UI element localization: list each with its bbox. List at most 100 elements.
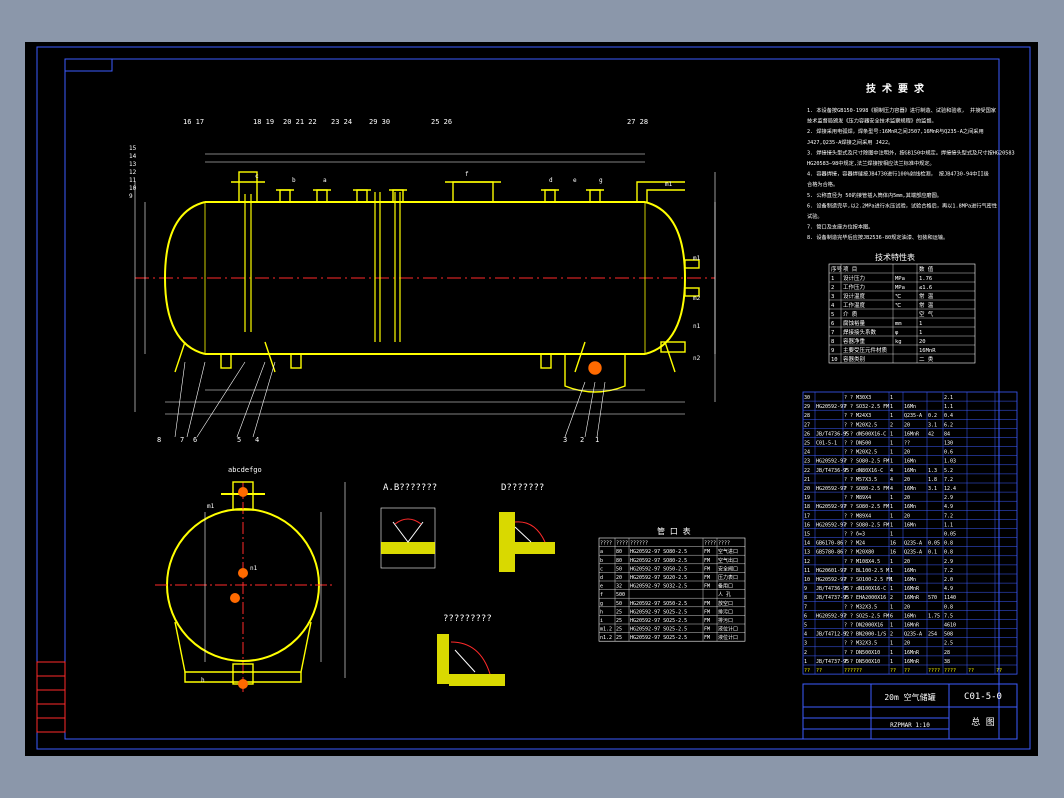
bom-cell: 21: [804, 477, 810, 483]
svg-text:12: 12: [129, 169, 137, 176]
nozzle-cell: 25: [616, 609, 622, 615]
char-cell: 1: [919, 321, 922, 327]
char-cell: MPa: [895, 276, 905, 282]
bom-cell: ? ? SO25-2.5 FM: [844, 613, 889, 619]
tech-requirements: 技 术 要 求 1. 本设备按GB150-1998《钢制压力容器》进行制造、试验…: [807, 82, 1015, 241]
bom-cell: 4.9: [944, 586, 953, 592]
nozzle-letter: b: [292, 177, 296, 184]
char-cell: 1: [831, 276, 834, 282]
bom-cell: ? ? SO32-2.5 FM: [844, 404, 889, 410]
svg-text:11: 11: [129, 177, 137, 184]
nozzle-cell: 25: [616, 635, 622, 641]
nozzle-cell: HG20592-97 SO25-2.5: [630, 618, 687, 624]
nozzle-cell: 空气进口: [718, 548, 738, 555]
bom-cell: 12.4: [944, 486, 956, 492]
nozzle-cell: 50: [616, 601, 622, 607]
nozzle-cell: a: [600, 549, 603, 555]
nozzle-cell: b: [600, 558, 603, 564]
bom-cell: 1: [890, 568, 893, 574]
callout-bottom: 5: [237, 436, 241, 444]
bom-cell: ? ? M24: [844, 541, 865, 547]
nozzle-cell: FM: [704, 566, 710, 572]
nozzle-cell: FM: [704, 627, 710, 633]
bom-cell: 1: [890, 431, 893, 437]
bom-cell: ? ? SO80-2.5 FM: [844, 504, 889, 510]
bom-cell: 13: [804, 550, 810, 556]
nozzle-letter: c: [255, 173, 259, 180]
svg-text:m1: m1: [207, 503, 215, 510]
char-cell: 3: [831, 294, 834, 300]
detail-e-title: ?????????: [443, 614, 492, 624]
bom-cell: HG20592-97: [816, 504, 846, 510]
bom-cell: ? ? DN500X10: [844, 650, 880, 656]
bom-cell: 254: [928, 632, 937, 638]
bom-cell: 1: [890, 441, 893, 447]
bom-cell: 16Mn: [904, 404, 916, 410]
nozzle-cell: 液位计口: [718, 626, 738, 633]
scale-note: RZPMAR 1:10: [890, 722, 930, 729]
end-view: abcdefgo m1 n1 h: [155, 466, 346, 692]
nozzle-cell: 20: [616, 575, 622, 581]
nozzle-header: ????: [718, 541, 730, 547]
bom-cell: 7.2: [944, 477, 953, 483]
char-table-title: 技术特性表: [875, 252, 915, 262]
bom-cell: Q235-A: [904, 413, 922, 419]
bom-cell: 17: [804, 513, 810, 519]
bom-cell: 1: [890, 495, 893, 501]
nozzle-header: ??????: [630, 541, 648, 547]
bom-cell: 7.5: [944, 613, 953, 619]
bom-cell: 7: [804, 604, 807, 610]
bom-cell: 0.6: [944, 450, 953, 456]
bom-cell: 1: [890, 577, 893, 583]
nozzle-table-title: 管 口 表: [657, 526, 691, 536]
bom-cell: ? ? M108X4.5: [844, 559, 880, 565]
nozzle-letter: d: [549, 177, 553, 184]
char-cell: 常 温: [919, 292, 934, 300]
char-cell: MPa: [895, 285, 905, 291]
nozzle-letter: e: [573, 177, 577, 184]
bom-cell: 24: [804, 450, 810, 456]
bom-header: ??: [996, 668, 1002, 674]
bom-cell: ? ? M24X3: [844, 413, 871, 419]
nozzle-cell: HG20592-97 SO50-2.5: [630, 601, 687, 607]
bom-cell: Q235-A: [904, 632, 922, 638]
bom-cell: 16MnR: [904, 431, 920, 437]
char-cell: 20: [919, 339, 926, 345]
bom-cell: 16MnR: [904, 595, 920, 601]
tech-req-line: 3. 焊接接头型式及尺寸除图中注明外，按GB150中规定。焊接接头型式及尺寸按H…: [807, 148, 1015, 156]
nozzle-cell: m1.2: [600, 627, 612, 633]
bom-cell: 16Mn: [904, 468, 916, 474]
bom-cell: 28: [944, 650, 950, 656]
nozzle-cell: FM: [704, 584, 710, 590]
bom-cell: 130: [944, 441, 953, 447]
bom-cell: ? ? dN500X16-C: [844, 431, 886, 437]
char-cell: 6: [831, 321, 834, 327]
bom-cell: ? ? M89X4: [844, 495, 871, 501]
bom-cell: 18: [804, 504, 810, 510]
nozzle-letter: g: [599, 177, 603, 184]
callout-bottom: 7: [180, 436, 184, 444]
bom-cell: 28: [804, 413, 810, 419]
char-cell: 设计温度: [843, 292, 866, 300]
bom-cell: 4610: [944, 623, 956, 629]
bom-cell: 0.8: [944, 541, 953, 547]
drawing-number: C01-5-0: [964, 692, 1002, 702]
bom-cell: 2.9: [944, 495, 953, 501]
tech-req-line: 6. 设备制造完毕,以2.2MPa进行水压试验，试验合格后，再以1.8MPa进行…: [807, 201, 997, 209]
bom-cell: ? ? SO80-2.5 FM: [844, 459, 889, 465]
svg-text:h: h: [201, 677, 205, 684]
bom-cell: ? ? BN2000-1/S: [844, 632, 886, 638]
nozzle-cell: HG20592-97 SO50-2.5: [630, 566, 687, 572]
nozzle-cell: FM: [704, 609, 710, 615]
char-cell: 5: [831, 312, 834, 318]
nozzle-cell: 80: [616, 558, 622, 564]
nozzle-cell: h: [600, 609, 603, 615]
nozzle-cell: c: [600, 566, 603, 572]
nozzle-cell: FM: [704, 575, 710, 581]
bom-cell: HG20592-97: [816, 486, 846, 492]
nozzle-cell: 人 孔: [718, 591, 731, 598]
bom-cell: 508: [944, 632, 953, 638]
nozzle-letter: n1: [693, 323, 701, 330]
char-cell: 二 类: [919, 355, 934, 363]
nozzle-cell: 排污口: [718, 608, 733, 615]
